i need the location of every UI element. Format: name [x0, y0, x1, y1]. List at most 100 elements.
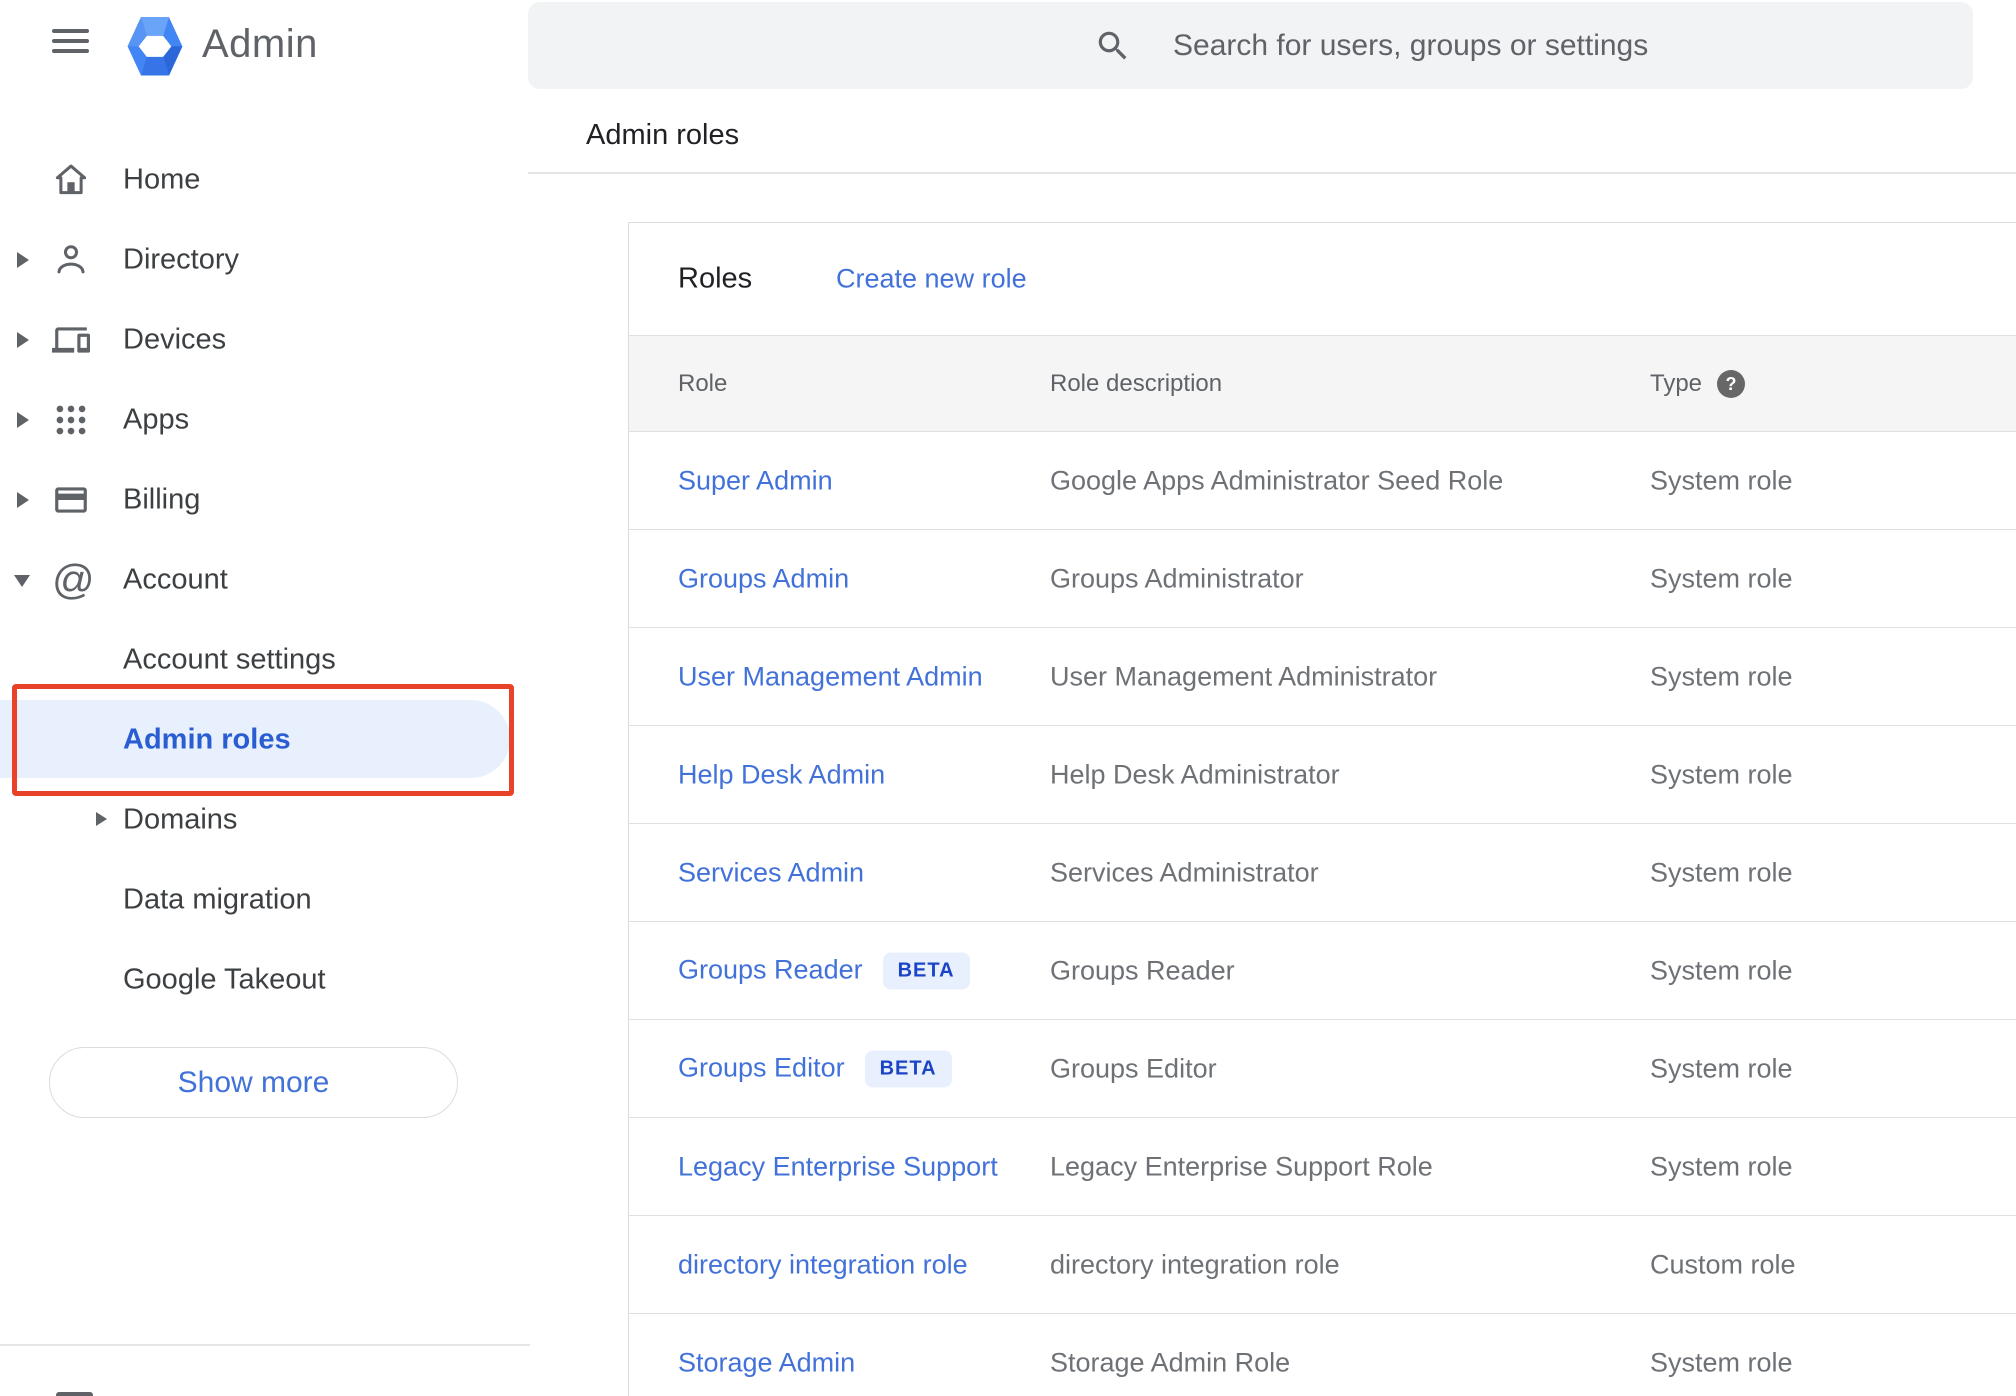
sidebar-item-data-migration[interactable]: Data migration — [0, 860, 528, 940]
search-bar — [528, 2, 2016, 89]
table-row: User Management Admin User Management Adm… — [629, 628, 2016, 726]
role-type-cell: System role — [1650, 465, 1793, 495]
create-new-role-link[interactable]: Create new role — [836, 264, 1027, 295]
home-icon — [52, 161, 90, 199]
role-cell: Groups Editor BETA — [678, 1050, 952, 1087]
role-link[interactable]: Storage Admin — [678, 1347, 855, 1377]
role-description-cell: Help Desk Administrator — [1050, 759, 1340, 789]
role-link[interactable]: Groups Admin — [678, 563, 849, 593]
hamburger-menu-icon[interactable] — [52, 27, 89, 55]
apps-grid-icon — [52, 401, 90, 439]
sidebar-item-label: Google Takeout — [123, 963, 326, 996]
table-row: Groups Admin Groups Administrator System r… — [629, 530, 2016, 628]
table-row: Services Admin Services Administrator Syst… — [629, 824, 2016, 922]
role-link[interactable]: User Management Admin — [678, 661, 983, 691]
sidebar-item-billing[interactable]: Billing — [0, 460, 528, 540]
content-divider — [528, 172, 2016, 174]
role-description-cell: Storage Admin Role — [1050, 1347, 1291, 1377]
credit-card-icon — [52, 481, 90, 519]
role-type-cell: System role — [1650, 857, 1793, 887]
sidebar-item-devices[interactable]: Devices — [0, 300, 528, 380]
role-description-cell: directory integration role — [1050, 1249, 1340, 1279]
role-cell: directory integration role — [678, 1249, 968, 1280]
role-link[interactable]: Legacy Enterprise Support — [678, 1151, 998, 1181]
chevron-right-icon[interactable] — [17, 412, 29, 428]
beta-badge: BETA — [882, 952, 970, 989]
role-description-cell: Services Administrator — [1050, 857, 1319, 887]
chevron-right-icon[interactable] — [17, 492, 29, 508]
breadcrumb: Admin roles — [586, 119, 740, 151]
beta-badge: BETA — [864, 1050, 952, 1087]
role-link[interactable]: Help Desk Admin — [678, 759, 885, 789]
chevron-right-icon[interactable] — [17, 332, 29, 348]
role-link[interactable]: Groups Reader — [678, 954, 863, 984]
role-type-cell: System role — [1650, 759, 1793, 789]
roles-card: Roles Create new role Role Role descript… — [628, 222, 2016, 1396]
chevron-right-icon[interactable] — [17, 252, 29, 268]
role-description-cell: Groups Administrator — [1050, 563, 1304, 593]
sidebar-item-label: Account settings — [123, 643, 336, 676]
role-description-cell: Legacy Enterprise Support Role — [1050, 1151, 1433, 1181]
role-cell: Groups Admin — [678, 563, 849, 594]
sidebar-item-label: Apps — [123, 403, 190, 436]
sidebar-item-apps[interactable]: Apps — [0, 380, 528, 460]
role-description-cell: Groups Editor — [1050, 1053, 1217, 1083]
table-row: Legacy Enterprise Support Legacy Enterpri… — [629, 1118, 2016, 1216]
role-cell: Super Admin — [678, 465, 833, 496]
roles-table-body: Super Admin Google Apps Administrator See… — [629, 432, 2016, 1396]
roles-card-header: Roles Create new role — [629, 223, 2016, 335]
sidebar-item-directory[interactable]: Directory — [0, 220, 528, 300]
column-header-role: Role — [678, 369, 728, 397]
role-cell: Storage Admin — [678, 1347, 855, 1378]
sidebar-item-domains[interactable]: Domains — [0, 780, 528, 860]
sidebar-item-label: Devices — [123, 323, 227, 356]
table-row: Help Desk Admin Help Desk Administrator Sy… — [629, 726, 2016, 824]
table-row: Groups Editor BETA Groups Editor System rol… — [629, 1020, 2016, 1118]
table-row: directory integration role directory inte… — [629, 1216, 2016, 1314]
help-icon[interactable]: ? — [1717, 369, 1745, 398]
sidebar-item-admin-roles[interactable]: Admin roles — [0, 700, 528, 780]
role-description-cell: User Management Administrator — [1050, 661, 1438, 691]
sidebar-nav: Home Directory Devices Apps Billing @ Account — [0, 140, 528, 620]
role-cell: Legacy Enterprise Support — [678, 1151, 998, 1182]
sidebar-item-home[interactable]: Home — [0, 140, 528, 220]
table-row: Groups Reader BETA Groups Reader System rol… — [629, 922, 2016, 1020]
role-type-cell: System role — [1650, 563, 1793, 593]
sidebar-item-label: Domains — [123, 803, 238, 836]
google-admin-logo-icon — [127, 16, 183, 76]
role-type-cell: Custom role — [1650, 1249, 1796, 1279]
sidebar-item-label: Home — [123, 163, 201, 196]
sidebar-item-label: Data migration — [123, 883, 312, 916]
show-more-button[interactable]: Show more — [49, 1047, 458, 1118]
devices-icon — [52, 321, 90, 359]
role-link[interactable]: Groups Editor — [678, 1052, 845, 1082]
table-row: Super Admin Google Apps Administrator See… — [629, 432, 2016, 530]
card-title: Roles — [678, 262, 753, 295]
sidebar-footer-divider — [0, 1344, 530, 1346]
role-type-cell: System role — [1650, 1347, 1793, 1377]
sidebar-item-label: Account — [123, 563, 228, 596]
role-link[interactable]: Super Admin — [678, 465, 833, 495]
table-header-row: Role Role description Type ? — [629, 335, 2016, 432]
role-link[interactable]: Services Admin — [678, 857, 864, 887]
role-type-cell: System role — [1650, 661, 1793, 691]
sidebar-topbar: Admin — [0, 0, 528, 92]
role-cell: User Management Admin — [678, 661, 983, 692]
at-sign-icon: @ — [52, 556, 95, 603]
chevron-down-icon[interactable] — [14, 575, 30, 587]
sidebar: Admin Home Directory Devices Apps Billing @ Ac… — [0, 0, 530, 1396]
search-icon — [1094, 27, 1132, 65]
search-input[interactable] — [1173, 2, 2016, 89]
sidebar-subnav: Account settings Admin roles Domains Data m… — [0, 620, 528, 1020]
role-cell: Groups Reader BETA — [678, 952, 970, 989]
role-cell: Services Admin — [678, 857, 864, 888]
sidebar-item-account-settings[interactable]: Account settings — [0, 620, 528, 700]
sidebar-item-google-takeout[interactable]: Google Takeout — [0, 940, 528, 1020]
chevron-right-icon[interactable] — [96, 812, 107, 826]
sidebar-item-account[interactable]: @ Account — [0, 540, 528, 620]
role-type-cell: System role — [1650, 955, 1793, 985]
role-type-cell: System role — [1650, 1151, 1793, 1181]
role-link[interactable]: directory integration role — [678, 1249, 968, 1279]
column-header-type: Type — [1650, 369, 1703, 397]
role-type-cell: System role — [1650, 1053, 1793, 1083]
